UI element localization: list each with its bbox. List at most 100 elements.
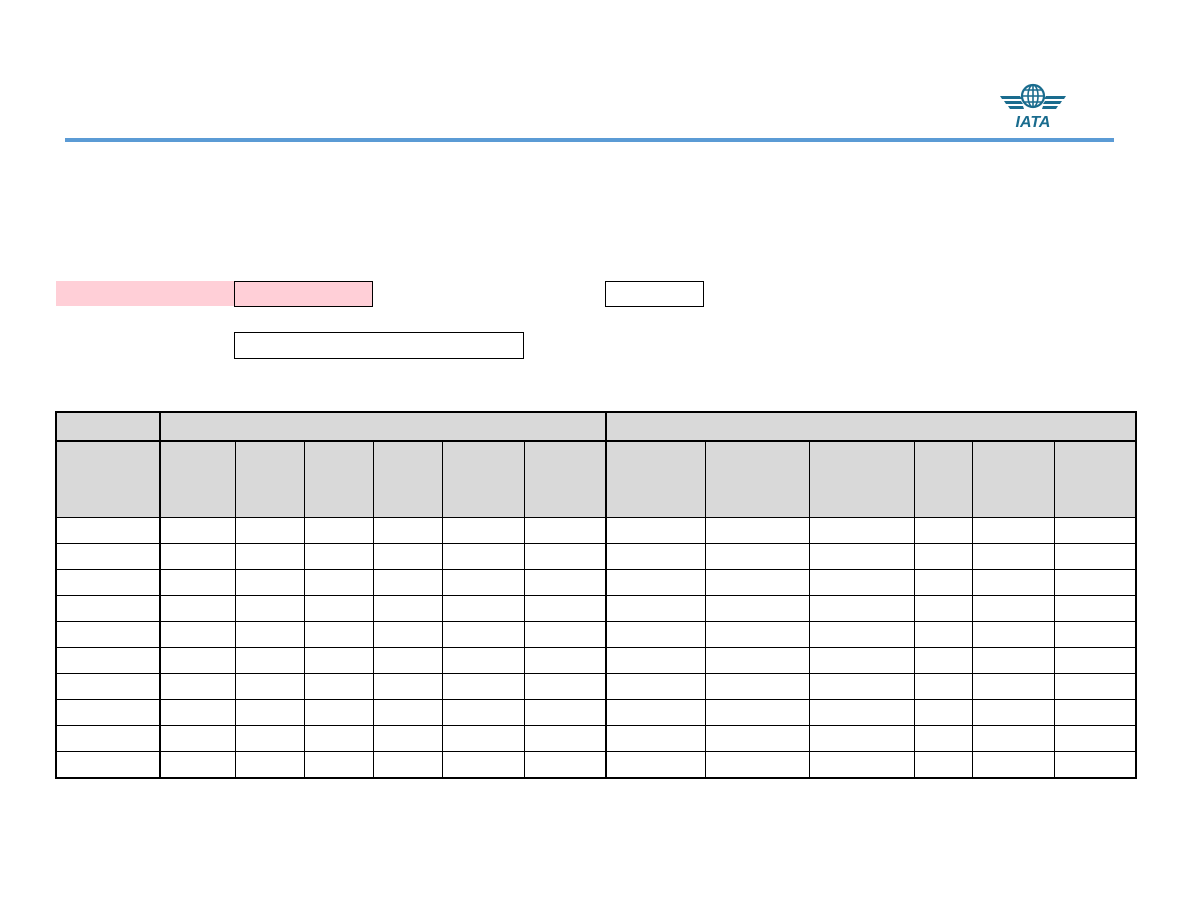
table-cell[interactable] bbox=[1053, 543, 1137, 570]
table-cell[interactable] bbox=[605, 699, 706, 726]
table-cell[interactable] bbox=[55, 647, 161, 674]
table-cell[interactable] bbox=[913, 647, 973, 674]
table-cell[interactable] bbox=[704, 647, 810, 674]
table-cell[interactable] bbox=[913, 699, 973, 726]
table-cell[interactable] bbox=[1053, 595, 1137, 622]
table-cell[interactable] bbox=[372, 621, 443, 648]
table-cell[interactable] bbox=[303, 699, 374, 726]
table-cell[interactable] bbox=[441, 595, 525, 622]
table-cell[interactable] bbox=[372, 673, 443, 700]
table-cell[interactable] bbox=[372, 543, 443, 570]
table-cell[interactable] bbox=[605, 543, 706, 570]
table-cell[interactable] bbox=[605, 751, 706, 779]
table-cell[interactable] bbox=[372, 725, 443, 752]
table-cell[interactable] bbox=[523, 673, 607, 700]
table-cell[interactable] bbox=[808, 725, 915, 752]
table-cell[interactable] bbox=[372, 751, 443, 779]
table-cell[interactable] bbox=[303, 725, 374, 752]
table-cell[interactable] bbox=[971, 543, 1055, 570]
table-cell[interactable] bbox=[605, 673, 706, 700]
table-cell[interactable] bbox=[234, 517, 305, 544]
table-cell[interactable] bbox=[605, 647, 706, 674]
table-cell[interactable] bbox=[971, 725, 1055, 752]
table-cell[interactable] bbox=[704, 595, 810, 622]
table-cell[interactable] bbox=[372, 569, 443, 596]
table-cell[interactable] bbox=[808, 517, 915, 544]
table-cell[interactable] bbox=[523, 647, 607, 674]
table-cell[interactable] bbox=[913, 725, 973, 752]
table-cell[interactable] bbox=[523, 751, 607, 779]
table-cell[interactable] bbox=[704, 569, 810, 596]
table-cell[interactable] bbox=[971, 621, 1055, 648]
table-cell[interactable] bbox=[234, 647, 305, 674]
table-cell[interactable] bbox=[523, 595, 607, 622]
table-cell[interactable] bbox=[303, 543, 374, 570]
table-cell[interactable] bbox=[971, 699, 1055, 726]
table-cell[interactable] bbox=[1053, 725, 1137, 752]
table-cell[interactable] bbox=[441, 725, 525, 752]
table-cell[interactable] bbox=[971, 517, 1055, 544]
table-cell[interactable] bbox=[234, 543, 305, 570]
table-cell[interactable] bbox=[159, 595, 236, 622]
table-cell[interactable] bbox=[808, 647, 915, 674]
table-cell[interactable] bbox=[303, 621, 374, 648]
table-cell[interactable] bbox=[808, 595, 915, 622]
table-cell[interactable] bbox=[234, 569, 305, 596]
table-cell[interactable] bbox=[372, 699, 443, 726]
table-cell[interactable] bbox=[913, 673, 973, 700]
table-cell[interactable] bbox=[55, 569, 161, 596]
table-cell[interactable] bbox=[971, 569, 1055, 596]
table-cell[interactable] bbox=[234, 751, 305, 779]
table-cell[interactable] bbox=[55, 725, 161, 752]
table-cell[interactable] bbox=[159, 621, 236, 648]
table-cell[interactable] bbox=[55, 595, 161, 622]
table-cell[interactable] bbox=[303, 647, 374, 674]
table-cell[interactable] bbox=[913, 543, 973, 570]
table-cell[interactable] bbox=[1053, 517, 1137, 544]
table-cell[interactable] bbox=[704, 543, 810, 570]
table-cell[interactable] bbox=[523, 569, 607, 596]
table-cell[interactable] bbox=[55, 751, 161, 779]
table-cell[interactable] bbox=[808, 621, 915, 648]
table-cell[interactable] bbox=[808, 569, 915, 596]
table-cell[interactable] bbox=[159, 543, 236, 570]
table-cell[interactable] bbox=[441, 569, 525, 596]
table-cell[interactable] bbox=[971, 673, 1055, 700]
table-cell[interactable] bbox=[704, 725, 810, 752]
table-cell[interactable] bbox=[372, 595, 443, 622]
table-cell[interactable] bbox=[605, 621, 706, 648]
table-cell[interactable] bbox=[159, 725, 236, 752]
table-cell[interactable] bbox=[1053, 647, 1137, 674]
table-cell[interactable] bbox=[441, 517, 525, 544]
table-cell[interactable] bbox=[372, 647, 443, 674]
table-cell[interactable] bbox=[971, 595, 1055, 622]
table-cell[interactable] bbox=[605, 569, 706, 596]
table-cell[interactable] bbox=[159, 673, 236, 700]
table-cell[interactable] bbox=[441, 699, 525, 726]
table-cell[interactable] bbox=[441, 621, 525, 648]
table-cell[interactable] bbox=[1053, 569, 1137, 596]
table-cell[interactable] bbox=[523, 699, 607, 726]
form-field-1[interactable] bbox=[234, 281, 373, 307]
table-cell[interactable] bbox=[808, 673, 915, 700]
form-field-3[interactable] bbox=[234, 332, 524, 359]
table-cell[interactable] bbox=[808, 699, 915, 726]
table-cell[interactable] bbox=[1053, 673, 1137, 700]
table-cell[interactable] bbox=[55, 543, 161, 570]
table-cell[interactable] bbox=[913, 517, 973, 544]
table-cell[interactable] bbox=[704, 673, 810, 700]
table-cell[interactable] bbox=[55, 673, 161, 700]
table-cell[interactable] bbox=[303, 751, 374, 779]
table-cell[interactable] bbox=[1053, 751, 1137, 779]
table-cell[interactable] bbox=[523, 725, 607, 752]
table-cell[interactable] bbox=[704, 517, 810, 544]
table-cell[interactable] bbox=[605, 595, 706, 622]
table-cell[interactable] bbox=[303, 569, 374, 596]
table-cell[interactable] bbox=[159, 647, 236, 674]
table-cell[interactable] bbox=[523, 517, 607, 544]
form-field-2[interactable] bbox=[605, 281, 704, 307]
table-cell[interactable] bbox=[605, 517, 706, 544]
table-cell[interactable] bbox=[441, 751, 525, 779]
table-cell[interactable] bbox=[808, 751, 915, 779]
table-cell[interactable] bbox=[55, 517, 161, 544]
